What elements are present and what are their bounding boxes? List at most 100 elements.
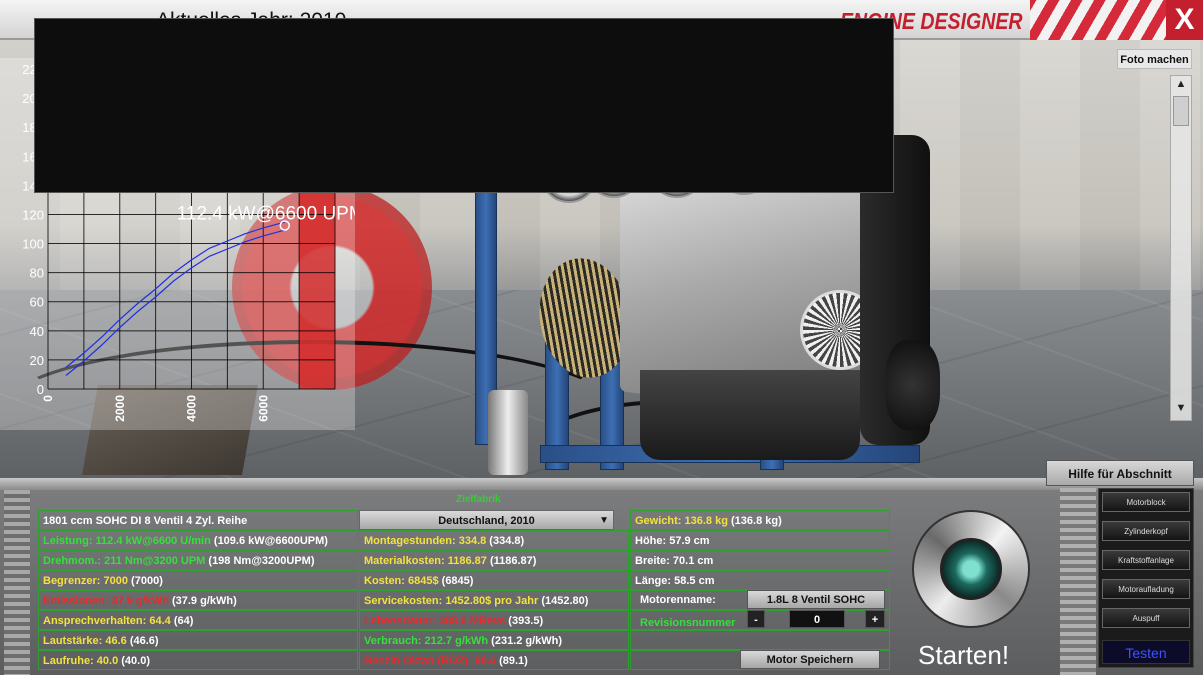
panel-rail xyxy=(0,478,1203,490)
y-tick-label: 40 xyxy=(30,324,44,339)
stat-key: 1801 ccm SOHC DI 8 Ventil 4 Zyl. Reihe xyxy=(43,515,248,527)
stat-key: Emissionen: 37.9 g/kWh xyxy=(43,595,169,607)
stat-key: Begrenzer: 7000 xyxy=(43,575,128,587)
series-line xyxy=(65,229,285,376)
stat-row: Montagestunden: 334.8 (334.8) xyxy=(359,530,629,550)
save-engine-button[interactable]: Motor Speichern xyxy=(740,650,880,669)
target-factory-dropdown[interactable]: Deutschland, 2010 ▼ xyxy=(359,510,614,530)
stat-value: (109.6 kW@6600UPM) xyxy=(210,535,328,547)
start-button[interactable] xyxy=(912,510,1030,628)
stat-key: Höhe: 57.9 cm xyxy=(635,535,710,547)
stat-row: Leistung: 112.4 kW@6600 U/min (109.6 kW@… xyxy=(38,530,358,550)
y-tick-label: 120 xyxy=(22,207,44,222)
stat-value: (6845) xyxy=(438,575,474,587)
stat-value: (1186.87) xyxy=(486,555,537,567)
engine-name-field[interactable]: 1.8L 8 Ventil SOHC xyxy=(747,590,885,609)
section-button[interactable]: Auspuff xyxy=(1102,608,1190,628)
stat-value: (1452.80) xyxy=(538,595,589,607)
y-tick-label: 100 xyxy=(22,237,44,252)
left-rail xyxy=(4,490,30,675)
stat-value: (40.0) xyxy=(118,655,150,667)
close-button[interactable]: X xyxy=(1166,0,1203,40)
stat-key: Breite: 70.1 cm xyxy=(635,555,714,567)
stat-key: Länge: 58.5 cm xyxy=(635,575,715,587)
stat-value: (136.8 kg) xyxy=(727,515,782,527)
viewport-scrollbar[interactable]: ▲ ▼ xyxy=(1170,75,1192,421)
stat-row: Lebensdauer: 388.6 MRevs (393.5) xyxy=(359,610,629,630)
stat-row: Gewicht: 136.8 kg (136.8 kg) xyxy=(630,510,890,530)
stat-key: Kosten: 6845$ xyxy=(364,575,439,587)
x-tick-label: 4000 xyxy=(185,395,199,422)
test-button[interactable]: Testen xyxy=(1102,640,1190,664)
logo-stripes xyxy=(1030,0,1175,40)
stat-row: Breite: 70.1 cm xyxy=(630,550,890,570)
section-button[interactable]: Motoraufladung xyxy=(1102,579,1190,599)
y-tick-label: 60 xyxy=(30,295,44,310)
stat-value: (198 Nm@3200UPM) xyxy=(205,555,315,567)
stats-table xyxy=(34,18,894,193)
stat-row: Laufruhe: 40.0 (40.0) xyxy=(38,650,358,670)
stat-value: (64) xyxy=(170,615,194,627)
stat-value: (7000) xyxy=(128,575,163,587)
x-tick-label: 6000 xyxy=(256,395,270,422)
dropdown-value: Deutschland, 2010 xyxy=(438,515,535,527)
target-factory-label: Zielfabrik xyxy=(456,494,501,505)
stat-key: Laufruhe: 40.0 xyxy=(43,655,119,667)
stat-value: (37.9 g/kWh) xyxy=(168,595,237,607)
y-tick-label: 80 xyxy=(30,266,44,281)
stat-row: Materialkosten: 1186.87 (1186.87) xyxy=(359,550,629,570)
revision-decrement-button[interactable]: - xyxy=(747,610,765,628)
stat-key: Lebensdauer: 388.6 MRevs xyxy=(364,615,506,627)
stat-row: Lautstärke: 46.6 (46.6) xyxy=(38,630,358,650)
stat-row: Begrenzer: 7000 (7000) xyxy=(38,570,358,590)
stat-key: Gewicht: 136.8 kg xyxy=(635,515,728,527)
scroll-up-icon[interactable]: ▲ xyxy=(1171,78,1191,94)
stat-row: Höhe: 57.9 cm xyxy=(630,530,890,550)
stat-row: Emissionen: 37.9 g/kWh (37.9 g/kWh) xyxy=(38,590,358,610)
start-dial-lens xyxy=(940,538,1002,600)
stat-row: Verbrauch: 212.7 g/kWh (231.2 g/kWh) xyxy=(359,630,629,650)
peak-label: 112.4 kW@6600 UPM xyxy=(177,204,355,225)
start-label: Starten! xyxy=(918,640,1010,670)
stat-key: Lautstärke: 46.6 xyxy=(43,635,127,647)
stat-key: Verbrauch: 212.7 g/kWh xyxy=(364,635,489,647)
stat-value: (334.8) xyxy=(486,535,525,547)
scroll-down-icon[interactable]: ▼ xyxy=(1171,402,1191,418)
stat-row-empty xyxy=(630,630,890,650)
section-help-button[interactable]: Hilfe für Abschnitt xyxy=(1046,460,1194,486)
stat-value: (46.6) xyxy=(126,635,159,647)
stat-row: 1801 ccm SOHC DI 8 Ventil 4 Zyl. Reihe xyxy=(38,510,358,530)
stat-row: Länge: 58.5 cm xyxy=(630,570,890,590)
stat-row: Kosten: 6845$ (6845) xyxy=(359,570,629,590)
take-photo-button[interactable]: Foto machen xyxy=(1117,49,1192,69)
pulley xyxy=(885,340,940,430)
x-tick-label: 0 xyxy=(41,395,55,402)
section-button[interactable]: Motorblock xyxy=(1102,492,1190,512)
stat-key: Materialkosten: 1186.87 xyxy=(364,555,487,567)
section-button[interactable]: Kraftstoffanlage xyxy=(1102,550,1190,570)
y-tick-label: 20 xyxy=(30,353,44,368)
stat-key: Drehmom.: 211 Nm@3200 UPM xyxy=(43,555,206,567)
stat-row: Ansprechverhalten: 64.4 (64) xyxy=(38,610,358,630)
revision-number-field[interactable]: 0 xyxy=(789,610,845,628)
stat-value: (89.1) xyxy=(496,655,528,667)
stat-key: Servicekosten: 1452.80$ pro Jahr xyxy=(364,595,539,607)
revision-increment-button[interactable]: + xyxy=(865,610,885,628)
stat-value: (393.5) xyxy=(505,615,544,627)
stat-key: Leistung: 112.4 kW@6600 U/min xyxy=(43,535,211,547)
chevron-down-icon[interactable]: ▼ xyxy=(599,511,609,531)
stat-row: Benzin Oktan (ROZ): 98.6 (89.1) xyxy=(359,650,629,670)
section-button[interactable]: Zylinderkopf xyxy=(1102,521,1190,541)
x-tick-label: 2000 xyxy=(113,395,127,422)
stat-row: Servicekosten: 1452.80$ pro Jahr (1452.8… xyxy=(359,590,629,610)
scroll-thumb[interactable] xyxy=(1173,96,1189,126)
stat-key: Ansprechverhalten: 64.4 xyxy=(43,615,171,627)
engine-name-label: Motorenname: xyxy=(640,594,716,606)
stat-key: Benzin Oktan (ROZ): 98.6 xyxy=(364,655,497,667)
stat-key: Montagestunden: 334.8 xyxy=(364,535,487,547)
stat-row: Drehmom.: 211 Nm@3200 UPM (198 Nm@3200UP… xyxy=(38,550,358,570)
fuel-canister xyxy=(488,390,528,475)
side-rail xyxy=(1060,488,1096,675)
revision-number-label: Revisionsnummer xyxy=(640,617,736,629)
y-tick-label: 0 xyxy=(37,382,44,397)
